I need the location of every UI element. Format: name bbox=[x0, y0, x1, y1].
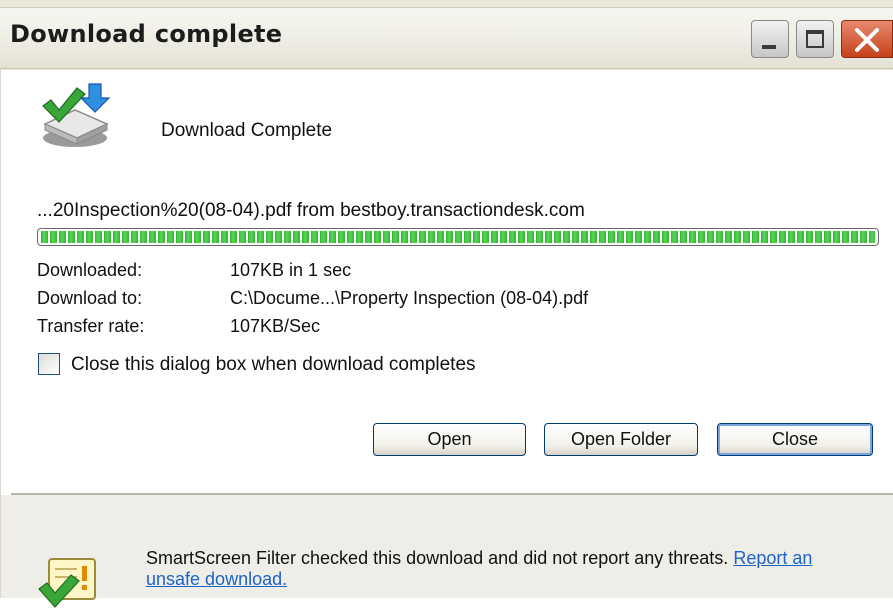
title-bar[interactable]: Download complete bbox=[0, 7, 893, 69]
close-button[interactable]: Close bbox=[717, 423, 873, 456]
smartscreen-text: SmartScreen Filter checked this download… bbox=[146, 548, 729, 568]
download-details-panel: Download Complete ...20Inspection%20(08-… bbox=[1, 70, 893, 492]
download-to-value: C:\Docume...\Property Inspection (08-04)… bbox=[230, 288, 589, 308]
close-when-complete-checkbox[interactable] bbox=[38, 353, 60, 375]
open-button[interactable]: Open bbox=[373, 423, 526, 456]
download-complete-icon bbox=[42, 83, 111, 147]
download-heading: Download Complete bbox=[161, 120, 333, 141]
maximize-button[interactable] bbox=[796, 20, 834, 58]
open-folder-button[interactable]: Open Folder bbox=[544, 423, 698, 456]
file-source-text: ...20Inspection%20(08-04).pdf from bestb… bbox=[37, 200, 585, 221]
downloaded-value: 107KB in 1 sec bbox=[230, 260, 352, 280]
smartscreen-message: SmartScreen Filter checked this download… bbox=[146, 548, 846, 590]
transfer-rate-value: 107KB/Sec bbox=[230, 316, 321, 336]
smartscreen-check-icon bbox=[38, 558, 96, 608]
downloaded-label: Downloaded: bbox=[37, 260, 143, 280]
transfer-rate-label: Transfer rate: bbox=[37, 316, 145, 336]
close-window-button[interactable] bbox=[841, 20, 893, 58]
window-title: Download complete bbox=[10, 20, 283, 48]
download-complete-dialog: Download complete Download Complete ...2… bbox=[0, 0, 893, 608]
dialog-body: Download Complete ...20Inspection%20(08-… bbox=[0, 70, 893, 608]
close-when-complete-label[interactable]: Close this dialog box when download comp… bbox=[71, 354, 476, 376]
progress-fill bbox=[41, 231, 875, 243]
close-icon bbox=[855, 28, 879, 52]
download-to-label: Download to: bbox=[37, 288, 143, 308]
smartscreen-panel: SmartScreen Filter checked this download… bbox=[1, 495, 893, 608]
minimize-button[interactable] bbox=[751, 20, 789, 58]
maximize-icon bbox=[806, 30, 824, 48]
minimize-icon bbox=[762, 45, 776, 49]
download-progress-bar bbox=[37, 228, 879, 246]
